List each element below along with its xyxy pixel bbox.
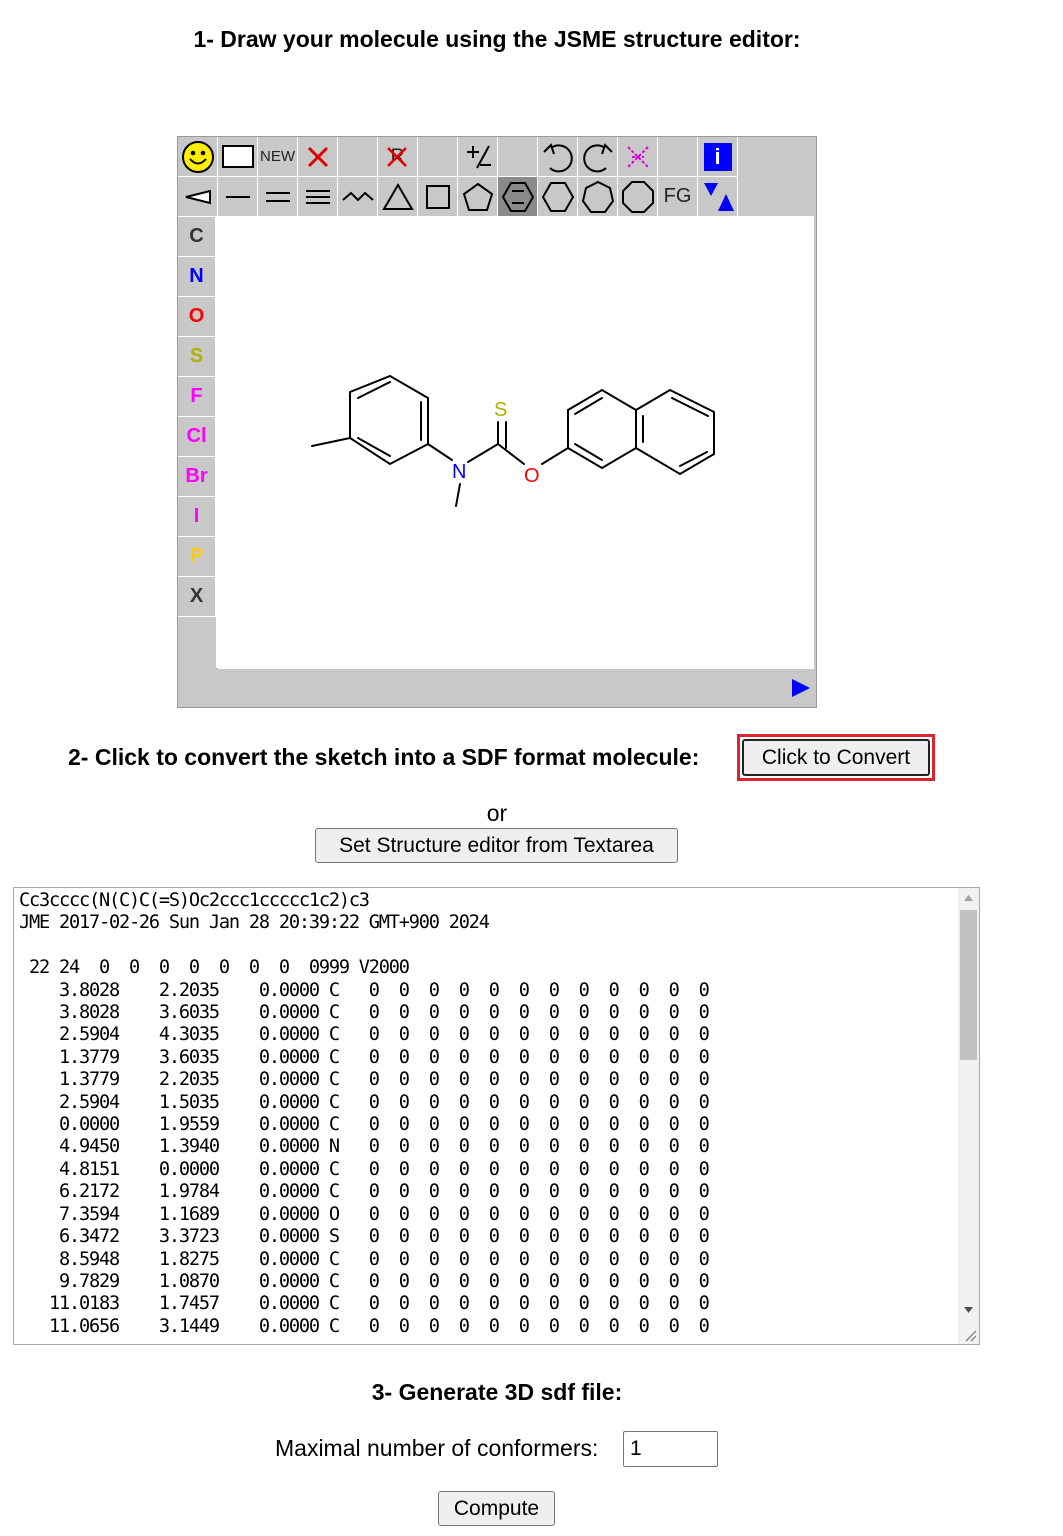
wedge-bond-button[interactable] xyxy=(178,177,218,217)
triple-bond-icon xyxy=(305,189,330,204)
delete-x-icon xyxy=(307,146,328,167)
ring5-button[interactable] xyxy=(458,177,498,217)
chain-button[interactable] xyxy=(338,177,378,217)
charge-button[interactable] xyxy=(458,137,498,177)
step2-title: 2- Click to convert the sketch into a SD… xyxy=(68,744,700,770)
atom-c-button[interactable]: C xyxy=(178,217,216,257)
clear-stereo-button[interactable] xyxy=(618,137,658,177)
delete-button[interactable] xyxy=(298,137,338,177)
double-bond-icon xyxy=(265,191,290,202)
undo-button[interactable] xyxy=(538,137,578,177)
oxygen-label: O xyxy=(524,465,540,487)
textarea-scrollbar[interactable] xyxy=(958,888,979,1344)
clear-icon xyxy=(626,145,649,168)
rectangle-icon xyxy=(221,144,254,168)
benzene-ring-button[interactable] xyxy=(498,177,538,217)
step1-title: 1- Draw your molecule using the JSME str… xyxy=(193,26,801,52)
chain-icon xyxy=(341,191,374,201)
ring4-button[interactable] xyxy=(418,177,458,217)
step3-title: 3- Generate 3D sdf file: xyxy=(371,1379,623,1405)
convert-button-highlight: Click to Convert xyxy=(737,734,935,781)
redo-icon xyxy=(582,142,613,172)
smiley-icon xyxy=(181,140,214,173)
atom-i-button[interactable]: I xyxy=(178,497,216,537)
triangle-ring-icon xyxy=(381,182,414,210)
conformers-input[interactable]: 1 xyxy=(623,1431,718,1467)
pentagon-ring-icon xyxy=(462,182,493,211)
reaction-button[interactable] xyxy=(698,177,738,217)
scrollbar-thumb[interactable] xyxy=(960,910,977,1060)
wedge-bond-icon xyxy=(185,189,211,204)
square-ring-icon xyxy=(425,184,450,209)
atom-n-button[interactable]: N xyxy=(178,257,216,297)
conformers-label: Maximal number of conformers: xyxy=(275,1435,599,1461)
select-rectangle-button[interactable] xyxy=(218,137,258,177)
conformers-value: 1 xyxy=(630,1437,642,1460)
nitrogen-label: N xyxy=(452,461,466,483)
atom-p-button[interactable]: P xyxy=(178,537,216,577)
delete-r-icon xyxy=(387,147,407,167)
atom-f-button[interactable]: F xyxy=(178,377,216,417)
new-button[interactable]: NEW xyxy=(258,137,298,177)
single-bond-button[interactable] xyxy=(218,177,258,217)
toolbar-empty-2 xyxy=(418,137,458,177)
benzene-ring-icon xyxy=(501,181,534,212)
sdf-textarea[interactable]: Cc3cccc(N(C)C(=S)Oc2ccc1ccccc1c2)c3 JME … xyxy=(13,887,980,1345)
reaction-triangles-icon xyxy=(703,182,734,211)
ring3-button[interactable] xyxy=(378,177,418,217)
double-bond-button[interactable] xyxy=(258,177,298,217)
atom-s-button[interactable]: S xyxy=(178,337,216,377)
redo-button[interactable] xyxy=(578,137,618,177)
smiley-button[interactable] xyxy=(178,137,218,177)
atom-br-button[interactable]: Br xyxy=(178,457,216,497)
triple-bond-button[interactable] xyxy=(298,177,338,217)
atom-o-button[interactable]: O xyxy=(178,297,216,337)
ring8-button[interactable] xyxy=(618,177,658,217)
ring7-button[interactable] xyxy=(578,177,618,217)
compute-button[interactable]: Compute xyxy=(438,1491,555,1526)
ring6-button[interactable] xyxy=(538,177,578,217)
molecule-overlay: S N O xyxy=(216,216,814,668)
info-button[interactable]: i xyxy=(698,137,738,177)
single-bond-icon xyxy=(225,195,250,198)
delete-r-group-button[interactable]: R xyxy=(378,137,418,177)
hexagon-ring-icon xyxy=(541,181,574,212)
toolbar-empty-1 xyxy=(338,137,378,177)
atom-x-button[interactable]: X xyxy=(178,577,216,617)
or-text: or xyxy=(486,800,508,826)
set-editor-from-textarea-button[interactable]: Set Structure editor from Textarea xyxy=(315,828,678,863)
click-to-convert-button[interactable]: Click to Convert xyxy=(742,739,930,776)
toolbar-empty-4 xyxy=(658,137,698,177)
charge-plus-minus-icon xyxy=(466,145,491,168)
scroll-right-arrow-icon[interactable] xyxy=(790,677,812,699)
info-icon: i xyxy=(703,142,732,171)
toolbar-empty-3 xyxy=(498,137,538,177)
sdf-textarea-content: Cc3cccc(N(C)C(=S)Oc2ccc1ccccc1c2)c3 JME … xyxy=(19,890,710,1337)
sulfur-label: S xyxy=(494,399,507,421)
resize-handle-icon[interactable] xyxy=(963,1328,977,1342)
scroll-up-icon[interactable] xyxy=(963,894,974,902)
atom-cl-button[interactable]: Cl xyxy=(178,417,216,457)
octagon-ring-icon xyxy=(621,180,654,213)
heptagon-ring-icon xyxy=(581,180,614,213)
functional-group-button[interactable]: FG xyxy=(658,177,698,217)
undo-icon xyxy=(542,142,573,172)
scroll-down-icon[interactable] xyxy=(963,1306,974,1314)
